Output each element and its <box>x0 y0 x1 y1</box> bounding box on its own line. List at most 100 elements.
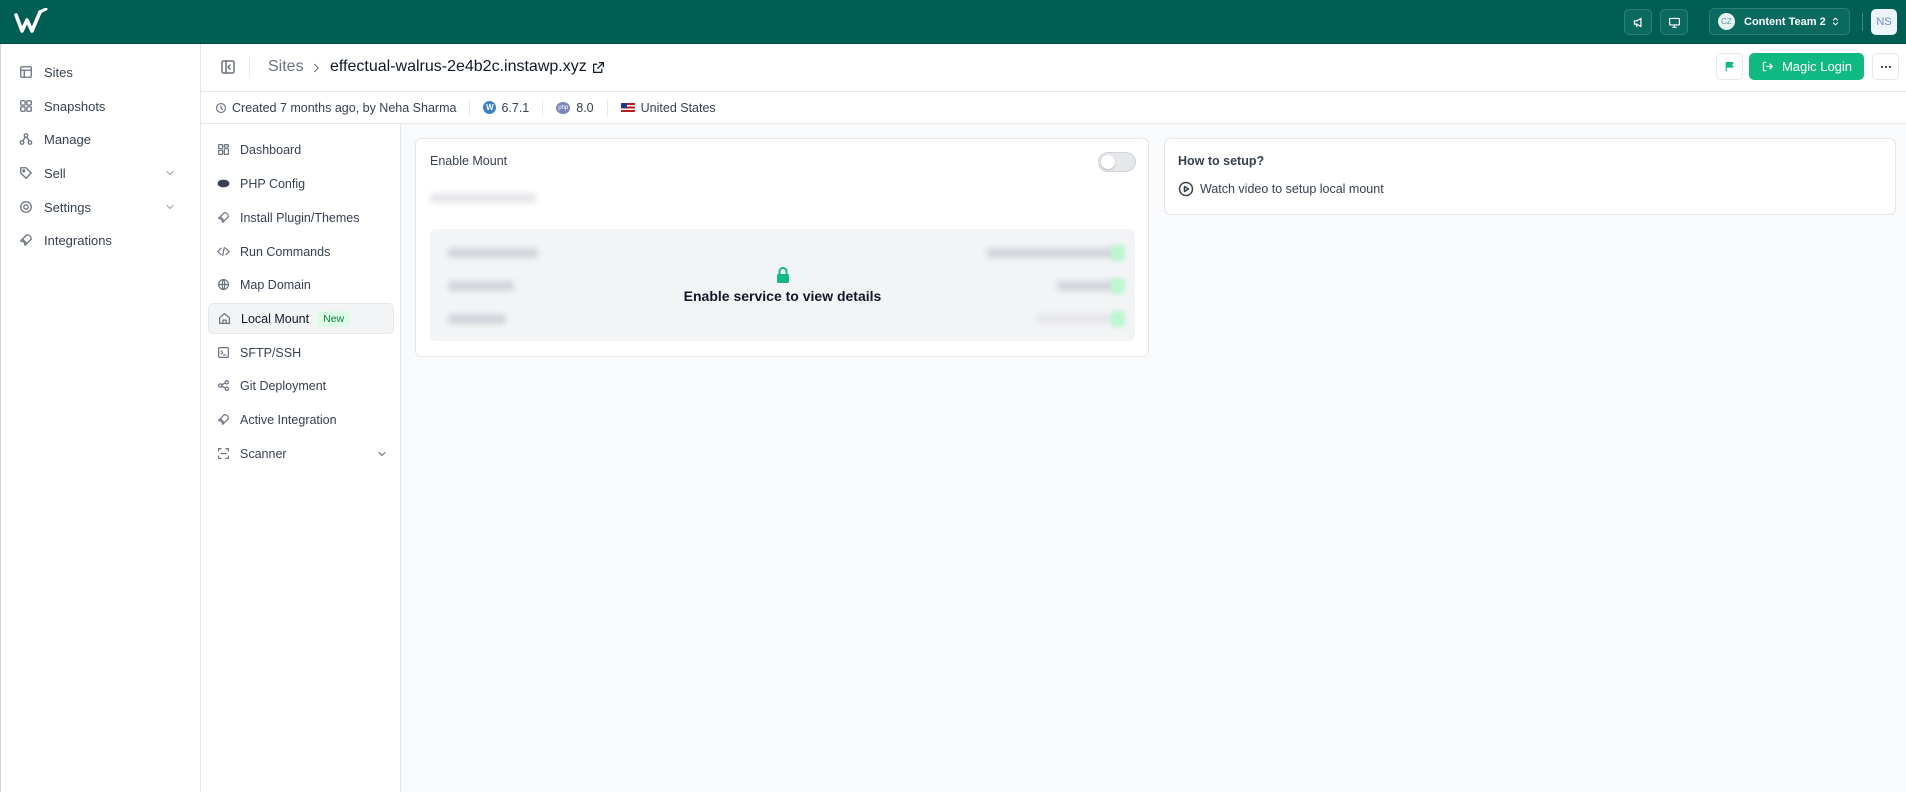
team-avatar: CZ <box>1718 13 1735 30</box>
flag-button[interactable] <box>1716 53 1743 80</box>
menu-item-dashboard[interactable]: Dashboard <box>208 134 394 165</box>
setup-card: How to setup? Watch video to setup local… <box>1164 138 1896 215</box>
sidebar-item-sell[interactable]: Sell <box>19 163 187 183</box>
external-link-icon <box>592 61 604 73</box>
rocket-icon <box>20 234 32 246</box>
menu-item-label: Install Plugin/Themes <box>240 210 360 225</box>
php-icon: php <box>556 101 571 114</box>
tag-icon <box>20 167 32 179</box>
clock-icon <box>215 102 227 113</box>
rocket-icon <box>218 414 229 425</box>
locked-overlay: Enable service to view details <box>430 229 1135 341</box>
magic-login-button[interactable]: Magic Login <box>1749 53 1864 80</box>
feedback-button[interactable] <box>1660 9 1688 35</box>
main-content: Enable Mount Enable service to view deta… <box>401 124 1906 792</box>
sidebar-item-snapshots[interactable]: Snapshots <box>19 96 187 116</box>
top-bar: CZ Content Team 2 NS <box>0 0 1906 44</box>
menu-item-label: Local Mount <box>241 311 310 326</box>
php-version: 8.0 <box>576 100 594 115</box>
team-name: Content Team 2 <box>1744 15 1826 28</box>
setup-card-title: How to setup? <box>1178 154 1265 168</box>
menu-item-scanner[interactable]: Scanner <box>208 438 394 469</box>
magic-login-label: Magic Login <box>1781 59 1853 74</box>
locked-message: Enable service to view details <box>683 288 882 304</box>
chevron-down-icon <box>166 204 174 210</box>
megaphone-icon <box>1633 17 1642 27</box>
site-menu: Dashboard PHP Config Install Plugin/Them… <box>201 124 401 792</box>
sidebar-item-label: Sites <box>44 64 73 80</box>
us-flag-icon <box>620 103 635 112</box>
info-divider <box>606 99 608 116</box>
menu-item-run-commands[interactable]: Run Commands <box>208 236 394 267</box>
menu-item-install-plugin-themes[interactable]: Install Plugin/Themes <box>208 202 394 233</box>
menu-item-local-mount[interactable]: Local Mount New <box>208 303 394 334</box>
menu-item-label: PHP Config <box>240 176 306 191</box>
menu-item-label: Active Integration <box>240 412 337 427</box>
region-info: United States <box>620 100 716 115</box>
login-icon <box>1762 61 1773 72</box>
watch-video-link[interactable]: Watch video to setup local mount <box>1178 181 1384 197</box>
chevron-down-icon <box>166 170 174 176</box>
page-header: Sites effectual-walrus-2e4b2c.instawp.xy… <box>201 44 1906 92</box>
site-info-bar: Created 7 months ago, by Neha Sharma W 6… <box>201 92 1906 124</box>
header-divider <box>249 57 250 77</box>
menu-item-label: Map Domain <box>240 277 311 292</box>
monitor-message-icon <box>1668 17 1680 28</box>
sidebar-item-label: Sell <box>44 165 66 181</box>
git-branch-icon <box>218 380 229 391</box>
menu-item-map-domain[interactable]: Map Domain <box>208 269 394 300</box>
sidebar-item-settings[interactable]: Settings <box>19 197 187 217</box>
globe-icon <box>218 279 229 290</box>
site-title-link[interactable]: effectual-walrus-2e4b2c.instawp.xyz <box>330 58 605 76</box>
team-switcher[interactable]: CZ Content Team 2 <box>1709 8 1850 35</box>
sidebar-item-label: Snapshots <box>44 98 106 114</box>
sidebar-item-manage[interactable]: Manage <box>19 129 187 149</box>
mount-card: Enable Mount Enable service to view deta… <box>415 138 1149 357</box>
sidebar-item-label: Integrations <box>44 232 112 248</box>
rocket-icon <box>218 212 229 223</box>
topbar-divider <box>1862 13 1863 31</box>
dashboard-icon <box>218 144 229 155</box>
menu-item-sftp-ssh[interactable]: SFTP/SSH <box>208 337 394 368</box>
new-badge: New <box>317 310 351 327</box>
announcements-button[interactable] <box>1624 9 1652 35</box>
enable-mount-toggle[interactable] <box>1098 152 1136 172</box>
chevron-down-icon <box>378 451 386 456</box>
sidebar-item-label: Manage <box>44 131 91 147</box>
sidebar-toggle-icon <box>221 60 235 74</box>
menu-item-git-deployment[interactable]: Git Deployment <box>208 370 394 401</box>
main-sidebar: Sites Snapshots Manage Sell Settings Int… <box>0 44 201 792</box>
blurred-label <box>430 193 536 203</box>
menu-item-active-integration[interactable]: Active Integration <box>208 404 394 435</box>
menu-item-php-config[interactable]: PHP Config <box>208 168 394 199</box>
wp-version: 6.7.1 <box>501 100 530 115</box>
collapse-sidebar-button[interactable] <box>220 59 236 75</box>
wp-version-info: W 6.7.1 <box>483 101 529 115</box>
chevron-right-icon <box>313 63 319 73</box>
sidebar-item-label: Settings <box>44 199 91 215</box>
breadcrumb-separator <box>310 62 322 74</box>
created-info: Created 7 months ago, by Neha Sharma <box>215 101 456 115</box>
grid-icon <box>20 100 32 112</box>
nodes-icon <box>19 133 33 145</box>
terminal-icon <box>218 347 229 358</box>
wordpress-icon: W <box>483 101 497 114</box>
region-text: United States <box>640 100 716 115</box>
info-divider <box>542 99 544 116</box>
gear-icon <box>20 201 32 213</box>
instawp-logo[interactable] <box>14 8 48 36</box>
page-title: effectual-walrus-2e4b2c.instawp.xyz <box>330 58 587 75</box>
menu-item-label: Git Deployment <box>240 378 327 393</box>
sidebar-item-integrations[interactable]: Integrations <box>19 230 187 250</box>
breadcrumb-sites-link[interactable]: Sites <box>268 58 304 76</box>
code-icon <box>217 246 230 257</box>
layout-icon <box>20 66 32 78</box>
user-avatar[interactable]: NS <box>1871 9 1897 35</box>
chevron-updown-icon <box>1832 17 1839 26</box>
lock-icon <box>776 267 789 283</box>
more-options-button[interactable] <box>1872 53 1899 80</box>
watch-video-label: Watch video to setup local mount <box>1200 182 1384 196</box>
menu-item-label: Scanner <box>240 446 287 461</box>
php-icon <box>217 179 230 188</box>
sidebar-item-sites[interactable]: Sites <box>19 62 187 82</box>
